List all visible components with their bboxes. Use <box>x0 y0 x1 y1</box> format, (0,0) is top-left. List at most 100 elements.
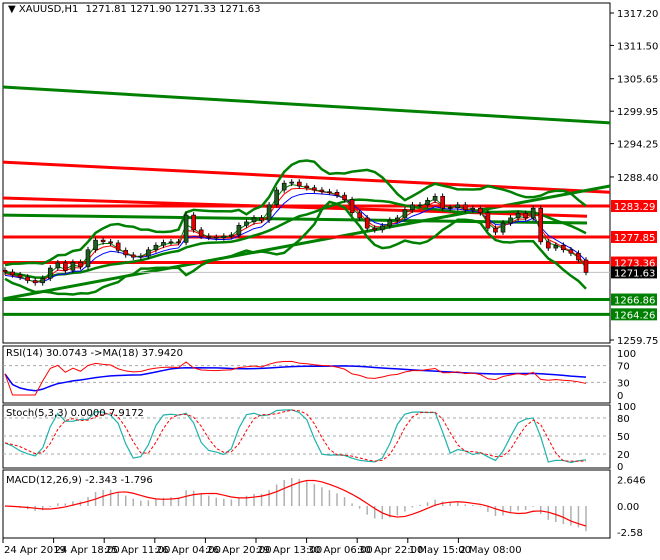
candle-body <box>221 235 227 239</box>
candle-body <box>545 241 551 249</box>
candle-body <box>213 236 219 239</box>
candle-body <box>289 181 295 184</box>
candle-body <box>251 217 257 223</box>
candle-body <box>70 262 76 271</box>
candle-body <box>168 241 174 244</box>
rsi-tick-label: 30 <box>617 378 630 389</box>
candle-body <box>17 274 23 278</box>
chart-title: ▼ XAUUSD,H1 1271.81 1271.90 1271.33 1271… <box>8 4 260 15</box>
candle-body <box>63 262 68 271</box>
candle-body <box>138 255 144 258</box>
price-tick-label: 1299.95 <box>617 107 658 118</box>
candle-body <box>440 195 445 209</box>
candle-body <box>244 221 249 226</box>
candle-body <box>93 239 98 251</box>
candle-body <box>2 269 8 273</box>
stoch-tick-label: 0 <box>617 462 623 473</box>
price-tick-label: 1305.65 <box>617 75 658 86</box>
macd-tick-label: -2.58 <box>617 528 643 539</box>
price-tick-label: 1259.75 <box>617 336 658 347</box>
macd-tick-label: 2.646 <box>617 476 646 487</box>
candle-body <box>334 191 340 196</box>
price-tick-label: 1311.50 <box>617 41 658 52</box>
candle-body <box>485 212 491 229</box>
dropdown-triangle-icon[interactable]: ▼ <box>8 4 16 15</box>
candle-body <box>508 217 513 224</box>
candle-body <box>236 225 242 236</box>
candle-body <box>108 241 113 244</box>
rsi-tick-label: 70 <box>617 362 630 373</box>
candle-body <box>319 189 325 193</box>
candle-body <box>576 252 581 261</box>
candle-body <box>500 222 506 233</box>
candle-body <box>153 244 159 251</box>
candle-body <box>432 195 438 201</box>
candle-body <box>342 194 347 200</box>
candle-body <box>40 277 46 284</box>
candle-body <box>561 244 566 251</box>
candle-body <box>123 250 129 256</box>
macd-title: MACD(12,26,9) -2.343 -1.796 <box>6 475 153 486</box>
rsi-tick-label: 0 <box>617 391 623 402</box>
candle-body <box>259 217 264 221</box>
candle-body <box>410 204 415 211</box>
candle-body <box>327 191 332 194</box>
candle-body <box>312 187 317 191</box>
candle-body <box>364 217 370 229</box>
candle-body <box>206 235 212 238</box>
candle-body <box>55 262 61 269</box>
candle-body <box>470 207 476 211</box>
candle-body <box>146 249 151 257</box>
time-label: 2 May 08:00 <box>459 545 521 556</box>
candle-body <box>191 214 196 231</box>
candle-body <box>357 212 362 219</box>
candle-body <box>100 239 106 243</box>
macd-signal-line <box>4 479 587 527</box>
candle-body <box>462 204 468 211</box>
trendline-green <box>2 85 611 125</box>
candle-body <box>274 189 279 206</box>
candle-body <box>447 207 453 209</box>
candle-body <box>281 182 287 191</box>
candle-body <box>417 204 423 207</box>
candle-body <box>372 227 378 231</box>
candle-body <box>425 199 430 206</box>
candle-body <box>85 249 91 268</box>
stoch-title: Stoch(5,3,3) 0.0000 7.9172 <box>6 408 144 419</box>
candle-body <box>568 249 574 254</box>
price-tick-label: 1288.40 <box>617 173 658 184</box>
price-tick-label: 1317.20 <box>617 9 658 20</box>
candle-body <box>161 242 166 246</box>
candle-body <box>266 204 272 221</box>
candle-body <box>455 204 461 208</box>
candle-body <box>115 242 121 251</box>
candle-body <box>296 181 302 187</box>
candle-body <box>478 207 483 214</box>
candle-body <box>130 254 136 258</box>
candle-body <box>402 209 408 219</box>
symbol-label: XAUUSD,H1 <box>18 4 79 15</box>
rsi-tick-label: 100 <box>617 349 636 360</box>
candle-body <box>583 259 589 273</box>
candle-body <box>538 207 544 243</box>
candle-body <box>183 214 189 243</box>
candle-body <box>493 227 498 233</box>
level-label: 1277.85 <box>614 233 655 244</box>
stoch-tick-label: 100 <box>617 402 636 413</box>
candle-body <box>387 219 393 227</box>
candle-body <box>78 262 83 268</box>
candle-body <box>198 229 204 237</box>
candle-body <box>515 213 521 219</box>
candle-body <box>176 241 181 244</box>
candle-body <box>379 225 385 231</box>
candle-body <box>523 213 528 219</box>
candle-body <box>32 280 38 284</box>
stoch-tick-label: 50 <box>617 432 630 443</box>
candle-body <box>10 271 15 276</box>
candle-body <box>25 276 30 281</box>
ohlc-values: 1271.81 1271.90 1271.33 1271.63 <box>85 4 261 15</box>
level-label: 1264.26 <box>614 310 655 321</box>
level-label: 1266.86 <box>614 296 655 307</box>
candle-body <box>553 244 559 249</box>
candle-body <box>349 199 355 214</box>
